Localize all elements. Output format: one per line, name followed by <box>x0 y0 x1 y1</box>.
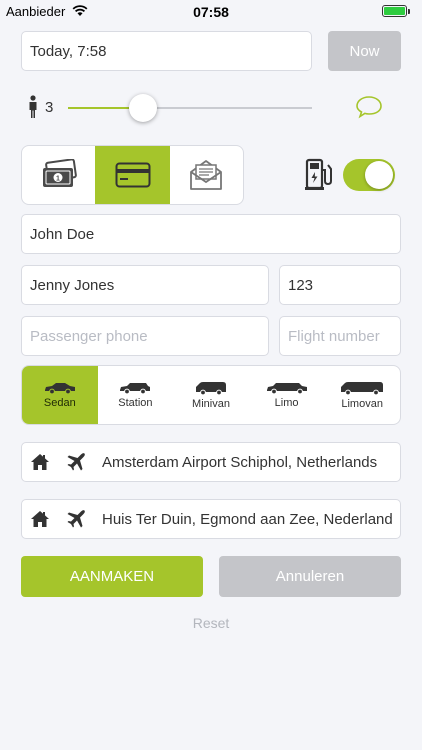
station-wagon-icon <box>120 382 151 394</box>
vehicle-limovan[interactable]: Limovan <box>324 366 400 424</box>
payment-card[interactable] <box>95 146 170 204</box>
vehicle-label-sedan: Sedan <box>43 396 76 409</box>
home-icon[interactable] <box>30 453 50 471</box>
electric-toggle-knob <box>365 161 393 189</box>
vehicle-label-station: Station <box>118 396 153 409</box>
pickup-address: Amsterdam Airport Schiphol, Netherlands <box>102 453 378 471</box>
cancel-button[interactable]: Annuleren <box>219 556 401 597</box>
invoice-icon <box>190 160 223 190</box>
reset-link[interactable]: Reset <box>0 615 422 631</box>
passenger-phone-field[interactable]: Passenger phone <box>21 316 269 356</box>
passenger-slider-thumb[interactable] <box>129 94 157 122</box>
passenger-number-field[interactable]: 123 <box>279 265 401 305</box>
vehicle-sedan[interactable]: Sedan <box>22 366 98 424</box>
dropoff-address: Huis Ter Duin, Egmond aan Zee, Nederland <box>102 510 393 528</box>
create-button[interactable]: AANMAKEN <box>21 556 203 597</box>
svg-text:1: 1 <box>56 176 60 183</box>
flight-number-field[interactable]: Flight number <box>279 316 401 356</box>
cash-icon: 1 <box>42 159 77 187</box>
passenger-count: 3 <box>45 99 54 116</box>
home-icon[interactable] <box>30 510 50 528</box>
comment-icon[interactable] <box>355 95 383 119</box>
vehicle-label-limo: Limo <box>274 396 299 409</box>
dropoff-field[interactable]: Huis Ter Duin, Egmond aan Zee, Nederland <box>21 499 401 539</box>
payment-selector: 1 <box>21 145 244 205</box>
vehicle-limo[interactable]: Limo <box>249 366 325 424</box>
vehicle-label-minivan: Minivan <box>192 397 230 410</box>
battery-icon <box>382 5 410 17</box>
vehicle-selector: Sedan Station Minivan Limo Limovan <box>21 365 401 425</box>
pickup-field[interactable]: Amsterdam Airport Schiphol, Netherlands <box>21 442 401 482</box>
passenger-name-field[interactable]: Jenny Jones <box>21 265 269 305</box>
status-time: 07:58 <box>193 4 229 20</box>
payment-cash[interactable]: 1 <box>22 146 95 204</box>
sedan-icon <box>44 382 75 394</box>
person-icon <box>29 95 37 118</box>
electric-toggle[interactable] <box>343 159 395 191</box>
ev-charger-icon <box>305 158 332 190</box>
datetime-field[interactable]: Today, 7:58 <box>21 31 312 71</box>
airplane-icon[interactable] <box>66 509 86 529</box>
status-bar: Aanbieder 07:58 <box>0 0 422 22</box>
minivan-icon <box>195 381 226 395</box>
limovan-icon <box>341 381 384 395</box>
contact-name-field[interactable]: John Doe <box>21 214 401 254</box>
airplane-icon[interactable] <box>66 452 86 472</box>
limousine-icon <box>266 382 307 394</box>
vehicle-label-limovan: Limovan <box>341 397 383 410</box>
credit-card-icon <box>115 162 150 188</box>
vehicle-minivan[interactable]: Minivan <box>173 366 249 424</box>
vehicle-station[interactable]: Station <box>98 366 174 424</box>
payment-invoice[interactable] <box>170 146 243 204</box>
now-button[interactable]: Now <box>328 31 401 71</box>
